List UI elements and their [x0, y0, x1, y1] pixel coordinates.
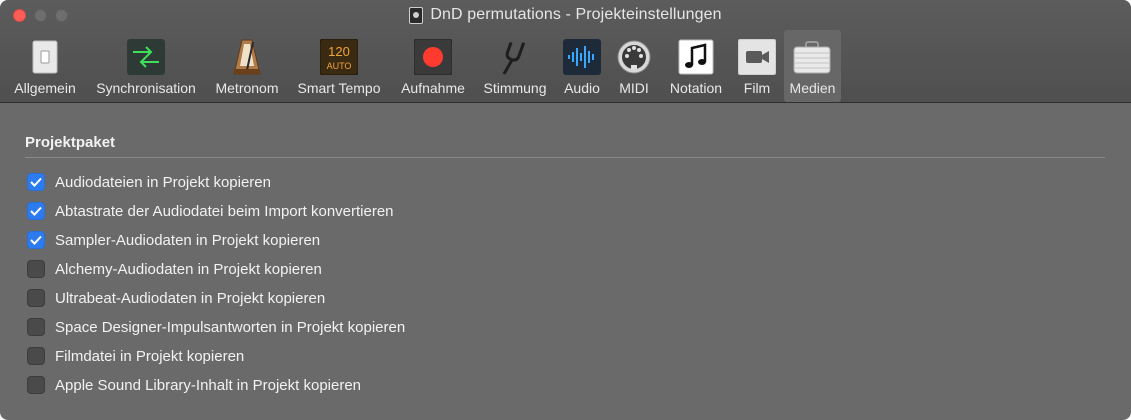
tempo-sub: AUTO	[327, 61, 352, 71]
document-icon	[409, 6, 424, 24]
checkbox[interactable]	[27, 231, 45, 249]
switch-icon	[25, 37, 65, 77]
option-row[interactable]: Ultrabeat-Audiodaten in Projekt kopieren	[27, 288, 325, 308]
tab-synchronisation[interactable]: Synchronisation	[88, 30, 204, 102]
tempo-display-icon: 120 AUTO	[319, 37, 359, 77]
checkbox[interactable]	[27, 289, 45, 307]
waveform-icon	[562, 37, 602, 77]
tab-midi[interactable]: MIDI	[610, 30, 658, 102]
checkbox[interactable]	[27, 376, 45, 394]
checkbox[interactable]	[27, 202, 45, 220]
tuning-fork-icon	[495, 37, 535, 77]
checkbox[interactable]	[27, 318, 45, 336]
tab-film[interactable]: Film	[734, 30, 780, 102]
tab-aufnahme[interactable]: Aufnahme	[394, 30, 472, 102]
option-row[interactable]: Apple Sound Library-Inhalt in Projekt ko…	[27, 375, 361, 395]
tempo-value: 120	[328, 44, 350, 59]
option-label: Audiodateien in Projekt kopieren	[55, 173, 271, 191]
record-icon	[413, 37, 453, 77]
midi-connector-icon	[614, 37, 654, 77]
option-label: Alchemy-Audiodaten in Projekt kopieren	[55, 260, 322, 278]
tab-medien[interactable]: Medien	[784, 30, 841, 102]
option-row[interactable]: Space Designer-Impulsantworten in Projek…	[27, 317, 405, 337]
movie-camera-icon	[737, 37, 777, 77]
tab-notation[interactable]: Notation	[662, 30, 730, 102]
option-row[interactable]: Audiodateien in Projekt kopieren	[27, 172, 271, 192]
tab-stimmung[interactable]: Stimmung	[476, 30, 554, 102]
checkbox[interactable]	[27, 173, 45, 191]
preferences-window: DnD permutations - Projekteinstellungen …	[0, 0, 1131, 420]
option-label: Apple Sound Library-Inhalt in Projekt ko…	[55, 376, 362, 394]
tab-allgemein[interactable]: Allgemein	[6, 30, 84, 102]
option-row[interactable]: Sampler-Audiodaten in Projekt kopieren	[27, 230, 320, 250]
checkmark-icon	[30, 177, 42, 187]
medien-pane: Projektpaket Audiodateien in Projekt kop…	[0, 104, 1131, 420]
section-title: Projektpaket	[25, 134, 116, 151]
option-label: Ultrabeat-Audiodaten in Projekt kopieren	[55, 289, 326, 307]
metronome-icon	[227, 37, 267, 77]
music-note-icon	[676, 37, 716, 77]
tab-metronom[interactable]: Metronom	[208, 30, 286, 102]
option-label: Space Designer-Impulsantworten in Projek…	[55, 318, 406, 336]
section-divider	[25, 157, 1105, 158]
option-row[interactable]: Alchemy-Audiodaten in Projekt kopieren	[27, 259, 322, 279]
option-row[interactable]: Abtastrate der Audiodatei beim Import ko…	[27, 201, 394, 221]
tab-audio[interactable]: Audio	[558, 30, 606, 102]
option-label: Abtastrate der Audiodatei beim Import ko…	[55, 202, 394, 220]
option-row[interactable]: Filmdatei in Projekt kopieren	[27, 346, 244, 366]
tab-smart-tempo[interactable]: 120 AUTO Smart Tempo	[290, 30, 388, 102]
option-label: Filmdatei in Projekt kopieren	[55, 347, 245, 365]
window-title: DnD permutations - Projekteinstellungen	[430, 6, 722, 23]
checkbox[interactable]	[27, 260, 45, 278]
window-title-area: DnD permutations - Projekteinstellungen	[0, 6, 1131, 24]
checkmark-icon	[30, 206, 42, 216]
option-label: Sampler-Audiodaten in Projekt kopieren	[55, 231, 321, 249]
briefcase-icon	[792, 37, 832, 77]
checkmark-icon	[30, 235, 42, 245]
preferences-toolbar: Allgemein Synchronisation Metronom 120 A…	[0, 30, 1131, 103]
title-bar: DnD permutations - Projekteinstellungen …	[0, 0, 1131, 103]
sync-arrows-icon	[126, 37, 166, 77]
checkbox[interactable]	[27, 347, 45, 365]
